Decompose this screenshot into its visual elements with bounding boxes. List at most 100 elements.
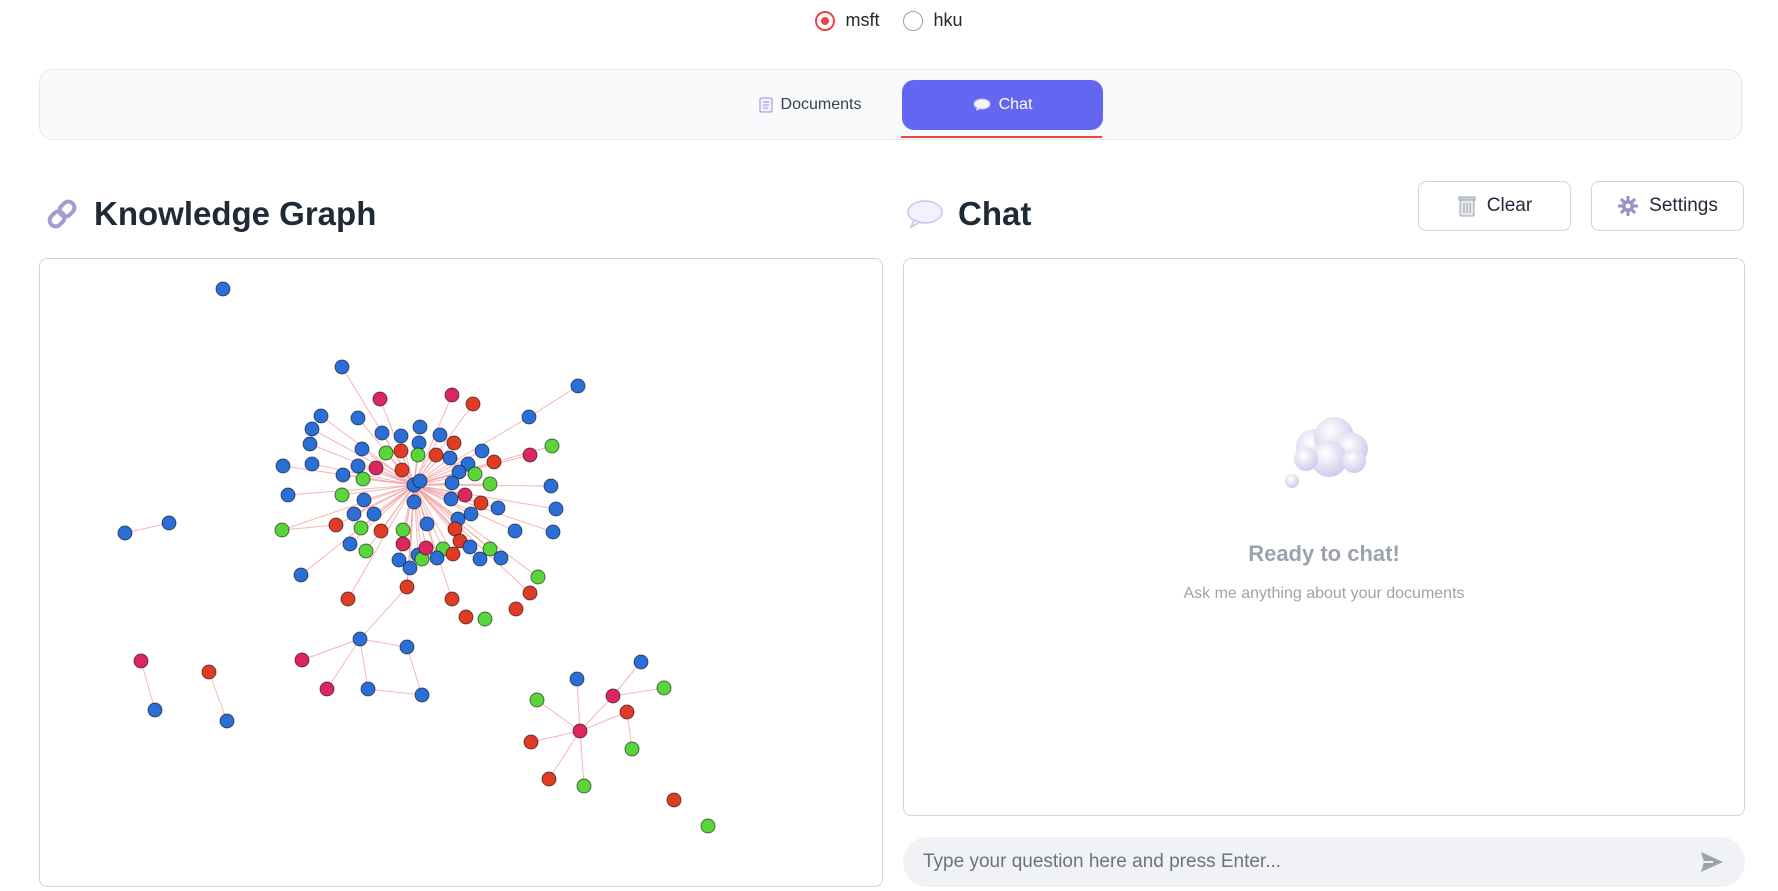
graph-node[interactable]: [474, 443, 490, 459]
graph-node[interactable]: [543, 478, 559, 494]
graph-svg[interactable]: [40, 259, 883, 887]
graph-node[interactable]: [490, 500, 506, 516]
graph-node[interactable]: [355, 471, 371, 487]
graph-node[interactable]: [378, 445, 394, 461]
graph-node[interactable]: [445, 546, 461, 562]
graph-node[interactable]: [473, 495, 489, 511]
graph-node[interactable]: [402, 560, 418, 576]
graph-node[interactable]: [354, 441, 370, 457]
graph-node[interactable]: [342, 536, 358, 552]
graph-node[interactable]: [548, 501, 564, 517]
graph-node[interactable]: [414, 687, 430, 703]
graph-node[interactable]: [486, 454, 502, 470]
graph-node[interactable]: [545, 524, 561, 540]
graph-node[interactable]: [541, 771, 557, 787]
graph-node[interactable]: [412, 473, 428, 489]
graph-node[interactable]: [304, 456, 320, 472]
graph-node[interactable]: [428, 447, 444, 463]
graph-node[interactable]: [446, 435, 462, 451]
graph-node[interactable]: [356, 492, 372, 508]
graph-node[interactable]: [572, 723, 588, 739]
graph-node[interactable]: [201, 664, 217, 680]
graph-node[interactable]: [360, 681, 376, 697]
graph-node[interactable]: [576, 778, 592, 794]
graph-node[interactable]: [633, 654, 649, 670]
graph-node[interactable]: [352, 631, 368, 647]
graph-node[interactable]: [444, 591, 460, 607]
graph-node[interactable]: [410, 447, 426, 463]
send-icon[interactable]: [1699, 849, 1725, 875]
graph-node[interactable]: [444, 387, 460, 403]
graph-node[interactable]: [335, 467, 351, 483]
graph-node[interactable]: [280, 487, 296, 503]
graph-node[interactable]: [340, 591, 356, 607]
graph-node[interactable]: [328, 517, 344, 533]
graph-node[interactable]: [395, 536, 411, 552]
graph-node[interactable]: [472, 551, 488, 567]
graph-node[interactable]: [353, 520, 369, 536]
graph-node[interactable]: [366, 506, 382, 522]
graph-node[interactable]: [313, 408, 329, 424]
graph-node[interactable]: [507, 523, 523, 539]
graph-node[interactable]: [161, 515, 177, 531]
graph-node[interactable]: [350, 458, 366, 474]
graph-node[interactable]: [393, 443, 409, 459]
graph-node[interactable]: [399, 579, 415, 595]
graph-node[interactable]: [294, 652, 310, 668]
graph-node[interactable]: [147, 702, 163, 718]
graph-node[interactable]: [418, 540, 434, 556]
radio-option-msft[interactable]: msft: [815, 10, 879, 31]
graph-node[interactable]: [358, 543, 374, 559]
graph-node[interactable]: [350, 410, 366, 426]
graph-node[interactable]: [442, 450, 458, 466]
graph-node[interactable]: [406, 494, 422, 510]
graph-node[interactable]: [274, 522, 290, 538]
graph-node[interactable]: [395, 522, 411, 538]
graph-node[interactable]: [570, 378, 586, 394]
graph-node[interactable]: [666, 792, 682, 808]
graph-node[interactable]: [458, 609, 474, 625]
graph-node[interactable]: [334, 487, 350, 503]
settings-button[interactable]: Settings: [1591, 181, 1744, 231]
graph-node[interactable]: [219, 713, 235, 729]
graph-node[interactable]: [465, 396, 481, 412]
radio-button-hku[interactable]: [903, 10, 924, 31]
graph-node[interactable]: [544, 438, 560, 454]
graph-node[interactable]: [394, 462, 410, 478]
graph-node[interactable]: [302, 436, 318, 452]
graph-node[interactable]: [619, 704, 635, 720]
graph-node[interactable]: [467, 466, 483, 482]
graph-node[interactable]: [463, 506, 479, 522]
chat-input[interactable]: [923, 851, 1699, 873]
graph-node[interactable]: [368, 460, 384, 476]
graph-node[interactable]: [215, 281, 231, 297]
graph-node[interactable]: [569, 671, 585, 687]
graph-node[interactable]: [419, 516, 435, 532]
graph-node[interactable]: [457, 487, 473, 503]
graph-node[interactable]: [304, 421, 320, 437]
radio-option-hku[interactable]: hku: [903, 10, 963, 31]
graph-node[interactable]: [482, 476, 498, 492]
graph-node[interactable]: [133, 653, 149, 669]
graph-node[interactable]: [293, 567, 309, 583]
graph-node[interactable]: [656, 680, 672, 696]
tab-chat[interactable]: Chat: [902, 80, 1103, 130]
graph-node[interactable]: [493, 550, 509, 566]
graph-node[interactable]: [605, 688, 621, 704]
graph-node[interactable]: [372, 391, 388, 407]
graph-node[interactable]: [117, 525, 133, 541]
graph-node[interactable]: [477, 611, 493, 627]
graph-node[interactable]: [334, 359, 350, 375]
graph-node[interactable]: [530, 569, 546, 585]
graph-node[interactable]: [444, 475, 460, 491]
graph-node[interactable]: [275, 458, 291, 474]
graph-node[interactable]: [508, 601, 524, 617]
clear-button[interactable]: Clear: [1418, 181, 1571, 231]
graph-node[interactable]: [522, 447, 538, 463]
graph-node[interactable]: [522, 585, 538, 601]
graph-node[interactable]: [412, 419, 428, 435]
radio-button-msft[interactable]: [815, 10, 836, 31]
graph-node[interactable]: [346, 506, 362, 522]
graph-node[interactable]: [399, 639, 415, 655]
graph-node[interactable]: [374, 425, 390, 441]
